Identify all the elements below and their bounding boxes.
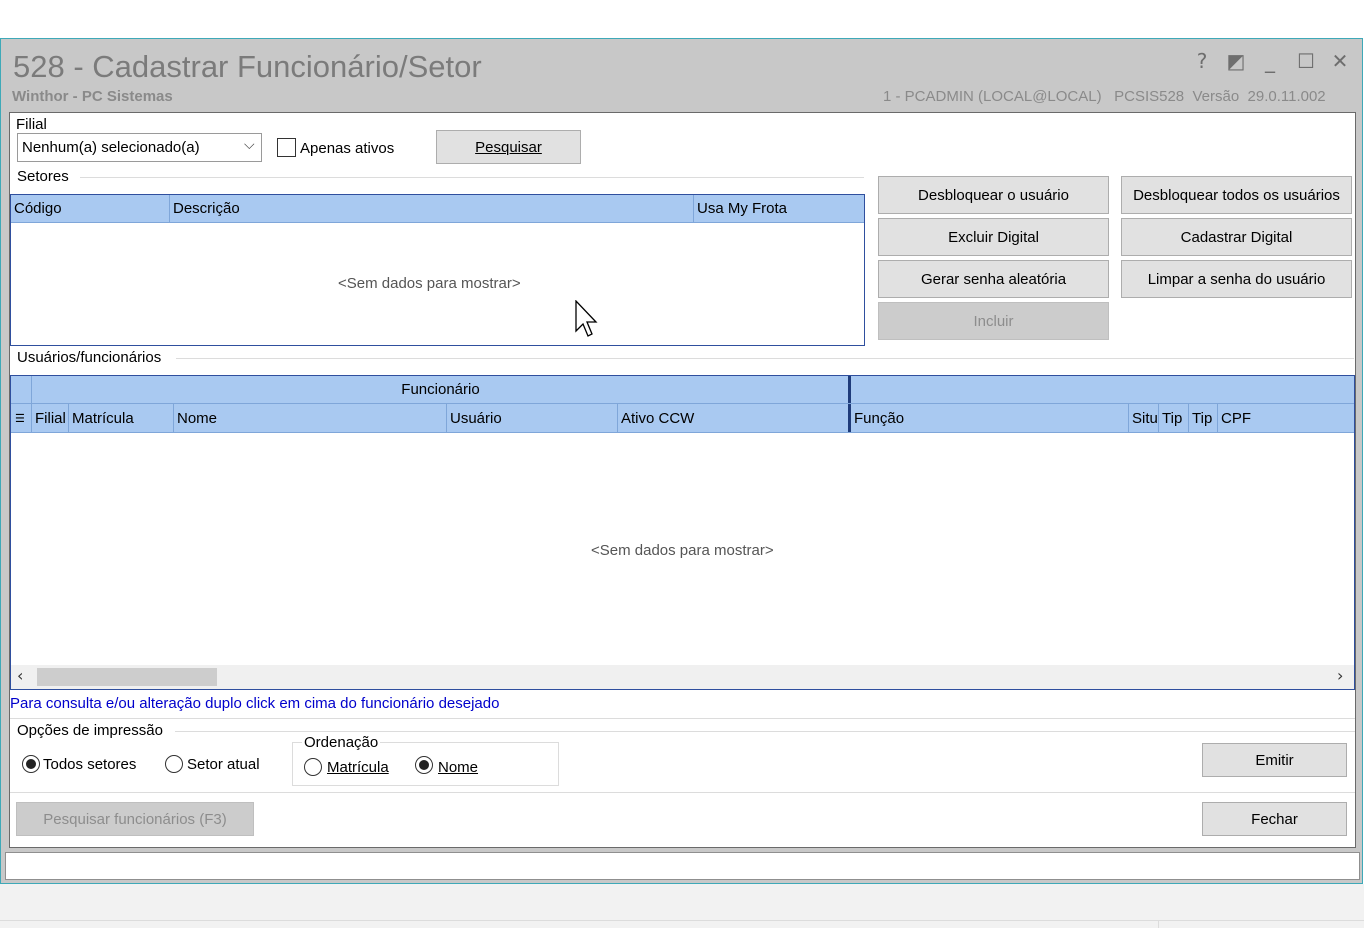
col-codigo[interactable]: Código bbox=[11, 195, 169, 222]
footer-divider bbox=[10, 792, 1355, 793]
col-funcao[interactable]: Função bbox=[848, 404, 1128, 432]
col-tipo-1[interactable]: Tip bbox=[1158, 404, 1188, 432]
usuarios-group-line bbox=[176, 358, 1354, 359]
usuarios-group-label: Usuários/funcionários bbox=[17, 349, 162, 366]
session-info: 1 - PCADMIN (LOCAL@LOCAL) PCSIS528 Versã… bbox=[883, 88, 1326, 105]
usuarios-empty-message: <Sem dados para mostrar> bbox=[591, 542, 774, 559]
scroll-left-icon[interactable]: ‹ bbox=[17, 666, 23, 685]
setores-group-line bbox=[80, 177, 864, 178]
limpar-senha-button[interactable]: Limpar a senha do usuário bbox=[1121, 260, 1352, 298]
apenas-ativos-label: Apenas ativos bbox=[300, 140, 395, 157]
incluir-button[interactable]: Incluir bbox=[878, 302, 1109, 340]
column-chooser-icon[interactable]: ☰ bbox=[11, 404, 31, 432]
help-icon[interactable]: ? bbox=[1189, 49, 1215, 73]
setores-empty-message: <Sem dados para mostrar> bbox=[338, 275, 521, 292]
col-nome[interactable]: Nome bbox=[173, 404, 446, 432]
apenas-ativos-checkbox[interactable] bbox=[277, 138, 296, 157]
usuarios-grid[interactable]: Funcionário ☰ Filial Matrícula Nome Usuá… bbox=[10, 375, 1355, 690]
matricula-radio-label: Matrícula bbox=[327, 759, 389, 776]
filial-label: Filial bbox=[16, 116, 47, 133]
usuarios-grid-header: ☰ Filial Matrícula Nome Usuário Ativo CC… bbox=[11, 404, 1354, 433]
chevron-down-icon: ⌵ bbox=[244, 137, 255, 153]
print-options-line bbox=[175, 731, 1355, 732]
col-ativo-ccw[interactable]: Ativo CCW bbox=[617, 404, 848, 432]
fechar-button[interactable]: Fechar bbox=[1202, 802, 1347, 836]
ordering-label: Ordenação bbox=[302, 734, 381, 751]
excluir-digital-label: Excluir Digital bbox=[948, 228, 1039, 246]
gerar-senha-button[interactable]: Gerar senha aleatória bbox=[878, 260, 1109, 298]
limpar-senha-label: Limpar a senha do usuário bbox=[1147, 270, 1326, 288]
nome-radio-text: Nome bbox=[438, 759, 479, 776]
close-icon[interactable]: ✕ bbox=[1327, 49, 1353, 73]
minimize-icon[interactable]: _ bbox=[1257, 49, 1283, 73]
col-cpf[interactable]: CPF bbox=[1217, 404, 1354, 432]
usuarios-grid-band-header: Funcionário bbox=[11, 376, 1354, 404]
horizontal-scrollbar[interactable]: ‹ › bbox=[11, 665, 1354, 689]
window-subtitle: Winthor - PC Sistemas bbox=[12, 88, 173, 105]
setores-grid-header: Código Descrição Usa My Frota bbox=[11, 195, 864, 223]
maximize-icon[interactable]: ☐ bbox=[1293, 49, 1319, 73]
print-options-label: Opções de impressão bbox=[17, 722, 163, 739]
status-bar bbox=[5, 852, 1360, 880]
pesquisar-funcionarios-label: Pesquisar funcionários (F3) bbox=[43, 810, 227, 828]
desktop-bottom-strip bbox=[0, 884, 1364, 928]
usuarios-hint: Para consulta e/ou alteração duplo click… bbox=[10, 695, 500, 712]
app-window: 528 - Cadastrar Funcionário/Setor Wintho… bbox=[0, 38, 1363, 884]
client-area: Filial Nenhum(a) selecionado(a) ⌵ Apenas… bbox=[9, 112, 1356, 848]
todos-setores-label: Todos setores bbox=[43, 756, 137, 773]
setores-group-label: Setores bbox=[17, 168, 69, 185]
col-descricao[interactable]: Descrição bbox=[169, 195, 693, 222]
setor-atual-label: Setor atual bbox=[187, 756, 260, 773]
pesquisar-button-label: Pesquisar bbox=[475, 138, 542, 156]
emitir-button[interactable]: Emitir bbox=[1202, 743, 1347, 777]
nome-radio-label: Nome bbox=[438, 759, 478, 776]
col-usa-my-frota[interactable]: Usa My Frota bbox=[693, 195, 864, 222]
excluir-digital-button[interactable]: Excluir Digital bbox=[878, 218, 1109, 256]
scroll-right-icon[interactable]: › bbox=[1337, 666, 1343, 685]
setor-atual-radio[interactable] bbox=[165, 755, 183, 773]
fechar-label: Fechar bbox=[1251, 810, 1298, 828]
incluir-label: Incluir bbox=[973, 312, 1014, 330]
desktop-top-strip bbox=[0, 0, 1364, 38]
matricula-radio-text: Matrícula bbox=[327, 759, 389, 776]
nome-radio[interactable] bbox=[415, 756, 433, 774]
bottom-divider bbox=[0, 920, 1364, 921]
setores-grid[interactable]: Código Descrição Usa My Frota <Sem dados… bbox=[10, 194, 865, 346]
pesquisar-funcionarios-button[interactable]: Pesquisar funcionários (F3) bbox=[16, 802, 254, 836]
col-usuario[interactable]: Usuário bbox=[446, 404, 617, 432]
matricula-radio[interactable] bbox=[304, 758, 322, 776]
cadastrar-digital-button[interactable]: Cadastrar Digital bbox=[1121, 218, 1352, 256]
window-title: 528 - Cadastrar Funcionário/Setor bbox=[13, 49, 482, 84]
pesquisar-button[interactable]: Pesquisar bbox=[436, 130, 581, 164]
restore-icon[interactable]: ◩ bbox=[1223, 49, 1249, 73]
filial-select-value: Nenhum(a) selecionado(a) bbox=[22, 139, 200, 156]
scrollbar-thumb[interactable] bbox=[37, 668, 217, 686]
emitir-label: Emitir bbox=[1255, 751, 1294, 769]
band-spacer bbox=[11, 376, 31, 403]
col-filial[interactable]: Filial bbox=[31, 404, 68, 432]
mouse-cursor-icon bbox=[575, 300, 598, 337]
col-tipo-2[interactable]: Tip bbox=[1188, 404, 1217, 432]
col-situacao[interactable]: Situ bbox=[1128, 404, 1158, 432]
bottom-vertical-divider bbox=[1158, 920, 1159, 928]
cadastrar-digital-label: Cadastrar Digital bbox=[1180, 228, 1293, 246]
gerar-senha-label: Gerar senha aleatória bbox=[920, 270, 1067, 288]
band-funcionario: Funcionário bbox=[31, 376, 849, 403]
desbloquear-usuario-button[interactable]: Desbloquear o usuário bbox=[878, 176, 1109, 214]
band-empty bbox=[848, 376, 1354, 403]
hint-divider bbox=[10, 718, 1355, 719]
desbloquear-todos-label: Desbloquear todos os usuários bbox=[1133, 186, 1340, 204]
col-matricula[interactable]: Matrícula bbox=[68, 404, 173, 432]
todos-setores-radio[interactable] bbox=[22, 755, 40, 773]
desbloquear-usuario-label: Desbloquear o usuário bbox=[918, 186, 1069, 204]
filial-select[interactable]: Nenhum(a) selecionado(a) ⌵ bbox=[17, 133, 262, 162]
desbloquear-todos-button[interactable]: Desbloquear todos os usuários bbox=[1121, 176, 1352, 214]
